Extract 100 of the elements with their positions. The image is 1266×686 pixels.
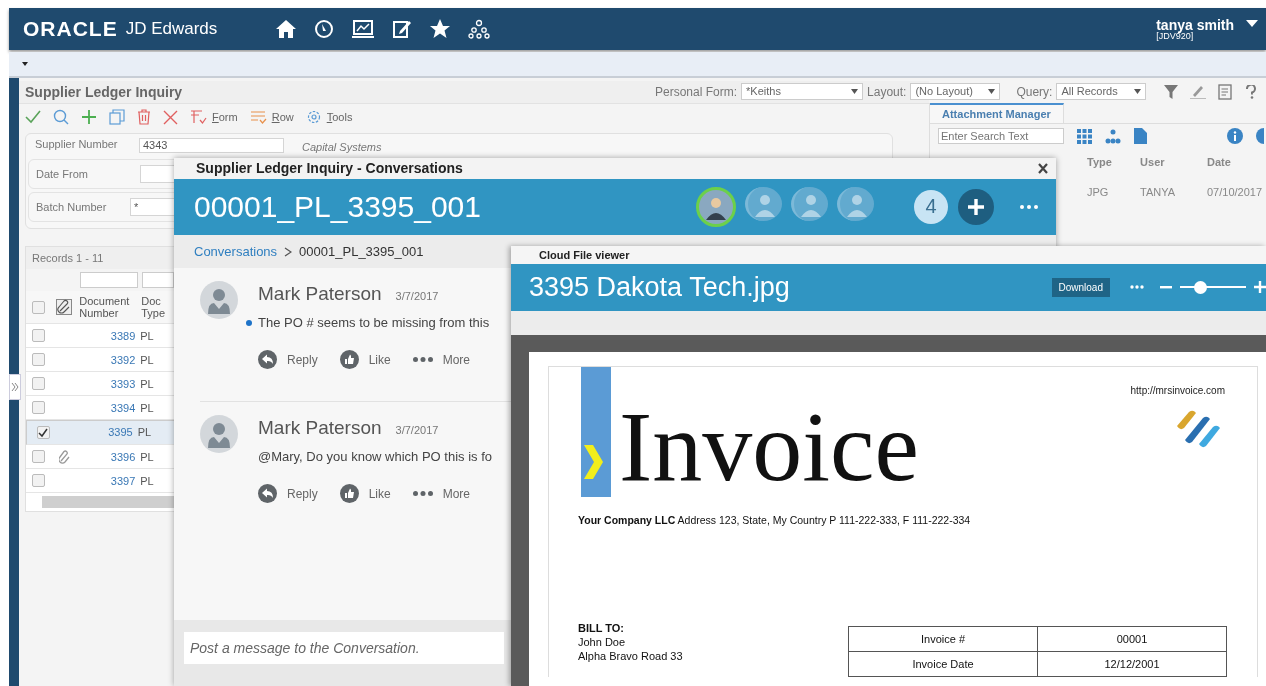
checkbox[interactable] [36, 426, 50, 439]
checkbox[interactable] [32, 353, 46, 366]
avatar[interactable] [696, 186, 736, 227]
message-action[interactable]: More [442, 486, 471, 501]
table-cell-text: PL [139, 329, 155, 342]
expand-icon[interactable] [9, 374, 21, 400]
avatar-icon [200, 281, 238, 320]
document-number-link[interactable]: 3393 [77, 377, 139, 390]
chevron-right-icon [284, 246, 293, 257]
input-field[interactable]: * [130, 198, 175, 216]
caret-icon[interactable] [988, 89, 996, 94]
edit-icon[interactable] [392, 19, 413, 39]
chart-monitor-icon[interactable] [351, 19, 376, 39]
message-action[interactable]: Like [368, 352, 391, 367]
checkbox[interactable] [32, 377, 46, 390]
toolbar-menu[interactable]: Row [271, 111, 294, 123]
trash-icon[interactable] [137, 109, 151, 125]
scroll-bar[interactable] [42, 496, 176, 508]
column-header[interactable]: Type [1087, 156, 1141, 168]
reply-icon[interactable] [258, 484, 277, 504]
more-icon[interactable] [1020, 204, 1038, 209]
document-number-link[interactable]: 3389 [77, 329, 139, 342]
query-dropdown[interactable]: All Records [1056, 83, 1147, 100]
filter-input[interactable] [80, 272, 138, 288]
document-number-link[interactable]: 3394 [77, 401, 139, 414]
message-date: 3/7/2017 [395, 424, 439, 437]
column-header[interactable]: Date [1207, 156, 1266, 168]
checkbox[interactable] [32, 300, 46, 314]
caret-icon[interactable] [851, 89, 859, 94]
add-icon[interactable] [81, 109, 97, 125]
layout-dropdown[interactable]: (No Layout) [910, 83, 1001, 100]
more-icon[interactable] [412, 357, 433, 363]
copy-icon[interactable] [109, 109, 125, 125]
slider-thumb[interactable] [1193, 280, 1207, 294]
message-action[interactable]: Like [368, 486, 391, 501]
checkmark-icon[interactable] [25, 110, 41, 124]
reply-icon[interactable] [258, 350, 277, 370]
caret-icon[interactable] [1246, 20, 1258, 28]
grid-icon[interactable] [1077, 128, 1092, 144]
paperclip-icon[interactable] [58, 449, 71, 464]
participant-count[interactable]: 4 [914, 189, 948, 224]
message-action[interactable]: Reply [287, 352, 318, 367]
address-line: John Doe [578, 636, 627, 648]
row-menu-icon[interactable] [249, 109, 267, 125]
form-title: Supplier Ledger Inquiry [25, 84, 183, 100]
caret-icon[interactable] [1134, 89, 1142, 94]
message-action[interactable]: Reply [287, 486, 318, 501]
table-cell-text: TANYA [1140, 186, 1177, 198]
search-field[interactable]: Enter Search Text [938, 128, 1064, 144]
message-action[interactable]: More [442, 352, 471, 367]
pen-icon[interactable] [1190, 85, 1206, 99]
document-number-link[interactable]: 3392 [77, 353, 139, 366]
personal-form-dropdown[interactable]: *Keiths [741, 83, 864, 100]
search-icon[interactable] [53, 109, 69, 125]
caret-icon[interactable] [22, 62, 28, 66]
gear-icon[interactable] [305, 109, 322, 125]
checkbox[interactable] [32, 474, 46, 487]
filter-icon[interactable] [1164, 85, 1178, 99]
org-chart-icon[interactable] [468, 19, 491, 39]
more-icon[interactable] [412, 491, 433, 497]
table-row[interactable]: 3395 PL [26, 420, 176, 445]
input-field[interactable]: 4343 [139, 138, 284, 153]
checkbox[interactable] [32, 401, 46, 414]
input-field[interactable] [140, 165, 175, 183]
form-menu-icon[interactable] [190, 109, 207, 125]
add-button[interactable] [958, 188, 994, 225]
column-header[interactable]: Document Number [76, 294, 139, 320]
checkbox[interactable] [32, 329, 46, 342]
thumbs-up-icon[interactable] [339, 484, 359, 504]
paperclip-icon[interactable] [55, 299, 72, 315]
column-header[interactable]: Doc Type [138, 294, 176, 320]
plus-icon[interactable] [967, 197, 985, 216]
checkbox[interactable] [32, 450, 46, 463]
column-header[interactable]: User [1140, 156, 1207, 168]
document-number-link[interactable]: 3397 [77, 474, 139, 487]
attachment-manager-tab[interactable]: Attachment Manager [930, 103, 1064, 123]
message-input[interactable]: Post a message to the Conversation. [184, 632, 504, 665]
query-label: Query: [1016, 84, 1053, 99]
user-name[interactable]: tanya smith [1156, 17, 1234, 32]
star-icon[interactable] [429, 19, 452, 39]
zoom-in-icon[interactable] [1254, 281, 1266, 294]
document-number-link[interactable]: 3395 [79, 425, 136, 440]
filter-input[interactable] [142, 272, 174, 288]
table-cell: 00001 [1037, 626, 1227, 652]
more-icon[interactable] [1130, 285, 1144, 290]
notes-icon[interactable] [1218, 84, 1234, 100]
home-icon[interactable] [275, 19, 298, 39]
document-number-link[interactable]: 3396 [77, 450, 139, 463]
document-icon[interactable] [1134, 128, 1147, 144]
download-button[interactable]: Download [1051, 277, 1110, 297]
breadcrumb-link[interactable]: Conversations [194, 244, 278, 260]
clock-icon[interactable] [314, 19, 335, 39]
records-count: Records 1 - 11 [32, 252, 104, 264]
help-icon[interactable] [1246, 85, 1256, 99]
thumbs-up-icon[interactable] [339, 350, 359, 370]
layout-label: Layout: [867, 84, 907, 99]
zoom-out-icon[interactable] [1160, 285, 1172, 289]
info-icon[interactable] [1227, 128, 1243, 144]
toolbar-menu[interactable]: Form [212, 111, 238, 123]
toolbar-menu[interactable]: Tools [326, 111, 353, 123]
